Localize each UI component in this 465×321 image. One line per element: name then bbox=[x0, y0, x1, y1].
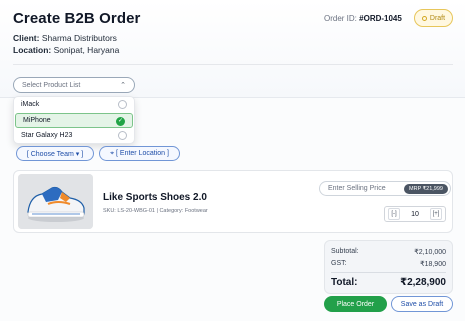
gst-value: ₹18,900 bbox=[420, 261, 446, 268]
chevron-up-icon: ⌃ bbox=[120, 82, 126, 89]
selling-price-input[interactable]: Enter Selling Price MRP ₹21,999 bbox=[319, 181, 451, 196]
choose-team-button[interactable]: [ Choose Team ▾ ] bbox=[16, 146, 94, 161]
decrement-button[interactable]: [-] bbox=[388, 208, 400, 220]
subtotal-label: Subtotal: bbox=[331, 248, 359, 255]
location-info: Location: Sonipat, Haryana bbox=[13, 45, 119, 55]
client-info: Client: Sharma Distributors bbox=[13, 33, 117, 43]
save-draft-button[interactable]: Save as Draft bbox=[391, 296, 453, 312]
place-order-button[interactable]: Place Order bbox=[324, 296, 387, 312]
product-option-label: Star Galaxy H23 bbox=[21, 132, 73, 140]
product-option-label: MiPhone bbox=[23, 116, 51, 124]
quantity-value[interactable]: 10 bbox=[403, 211, 427, 218]
location-value: Sonipat, Haryana bbox=[53, 45, 120, 55]
status-badge: Draft bbox=[414, 9, 453, 27]
product-option-label: iMack bbox=[21, 101, 40, 109]
check-circle-icon: ✓ bbox=[116, 116, 125, 126]
page-title: Create B2B Order bbox=[13, 10, 141, 27]
order-header: Create B2B Order Client: Sharma Distribu… bbox=[0, 0, 465, 98]
mrp-badge: MRP ₹21,999 bbox=[404, 184, 448, 194]
product-sku: SKU: LS-20-WBG-01 | Category: Footwear bbox=[103, 208, 208, 214]
product-list-select[interactable]: Select Product List ⌃ bbox=[13, 77, 135, 93]
product-name: Like Sports Shoes 2.0 bbox=[103, 192, 207, 203]
product-image bbox=[18, 174, 93, 229]
page: Create B2B Order Client: Sharma Distribu… bbox=[0, 0, 465, 321]
choose-team-label: [ Choose Team ▾ ] bbox=[26, 150, 84, 158]
order-summary: Subtotal: ₹2,10,000 GST: ₹18,900 Total: … bbox=[324, 240, 453, 294]
selling-price-placeholder: Enter Selling Price bbox=[328, 185, 386, 192]
quantity-stepper: [-] 10 [+] bbox=[384, 206, 446, 222]
client-label: Client: bbox=[13, 33, 40, 43]
product-card: Like Sports Shoes 2.0 SKU: LS-20-WBG-01 … bbox=[13, 170, 453, 233]
header-divider bbox=[13, 64, 453, 65]
subtotal-row: Subtotal: ₹2,10,000 bbox=[331, 248, 446, 256]
product-option[interactable]: Star Galaxy H23 bbox=[14, 128, 134, 143]
total-value: ₹2,28,900 bbox=[400, 277, 446, 288]
enter-location-label: [ Enter Location ] bbox=[116, 150, 169, 157]
increment-button[interactable]: [+] bbox=[430, 208, 442, 220]
location-label: Location: bbox=[13, 45, 52, 55]
product-list-placeholder: Select Product List bbox=[22, 81, 81, 89]
order-id-label: Order ID: bbox=[324, 14, 357, 23]
product-list-dropdown: iMack MiPhone ✓ Star Galaxy H23 bbox=[13, 96, 135, 144]
total-label: Total: bbox=[331, 277, 358, 288]
summary-divider bbox=[331, 272, 446, 273]
order-id: Order ID: #ORD-1045 bbox=[324, 14, 402, 23]
enter-location-button[interactable]: ⌖ [ Enter Location ] bbox=[99, 146, 180, 161]
gst-row: GST: ₹18,900 bbox=[331, 260, 446, 268]
radio-icon bbox=[118, 131, 127, 140]
order-id-value: #ORD-1045 bbox=[359, 14, 402, 23]
product-option-selected[interactable]: MiPhone ✓ bbox=[15, 112, 133, 128]
client-value: Sharma Distributors bbox=[41, 33, 117, 43]
location-pin-icon: ⌖ bbox=[110, 149, 115, 157]
draft-status-icon bbox=[421, 15, 427, 21]
gst-label: GST: bbox=[331, 260, 347, 267]
total-row: Total: ₹2,28,900 bbox=[331, 277, 446, 288]
status-badge-label: Draft bbox=[429, 14, 446, 22]
product-option[interactable]: iMack bbox=[14, 97, 134, 113]
radio-icon bbox=[118, 100, 127, 109]
subtotal-value: ₹2,10,000 bbox=[414, 249, 446, 256]
